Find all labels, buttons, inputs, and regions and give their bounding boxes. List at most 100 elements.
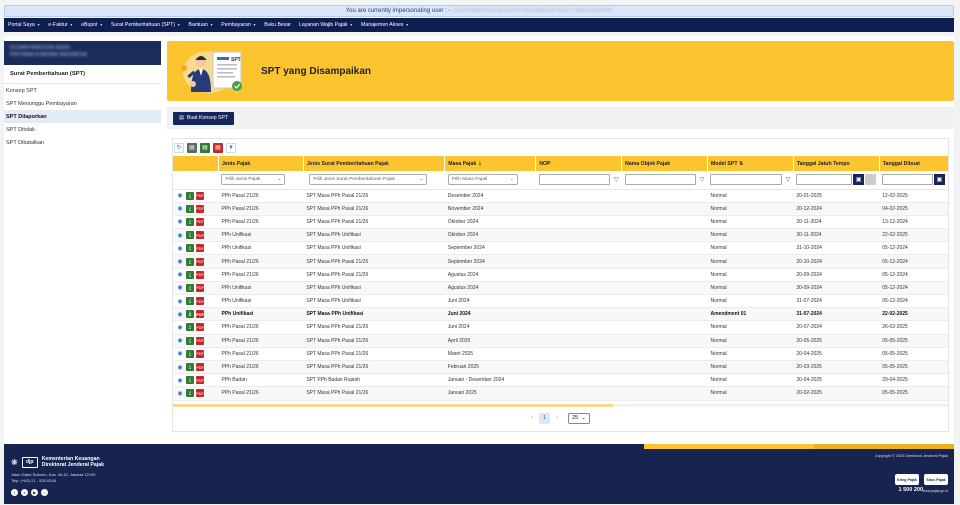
clear-date-icon[interactable]: [865, 174, 877, 186]
instagram-icon[interactable]: ○: [41, 489, 48, 496]
nop-filter-input[interactable]: [538, 174, 610, 186]
eye-icon[interactable]: ◉: [176, 231, 184, 239]
column-header[interactable]: Model SPT ⇅: [707, 156, 794, 171]
pdf-icon[interactable]: PDF: [196, 231, 204, 240]
sidebar-item-konsep-spt[interactable]: Konsep SPT: [4, 84, 161, 97]
table-row[interactable]: ◉ ⤓ PDF PPh Pasal 21/26 SPT Masa PPh Pasal 2…: [173, 360, 948, 375]
eye-icon[interactable]: ◉: [176, 205, 184, 213]
download-icon[interactable]: ⤓: [186, 217, 194, 226]
pdf-icon[interactable]: PDF: [196, 204, 204, 213]
table-row[interactable]: ◉ ⤓ PDF PPh Pasal 21/26 SPT Masa PPh Pasal 2…: [173, 268, 948, 282]
table-row[interactable]: ◉ ⤓ PDF PPh Unifikasi SPT Masa PPh Unifikasi…: [173, 228, 948, 243]
sidebar-item-spt-ditolak[interactable]: SPT Ditolak: [4, 123, 161, 136]
table-row[interactable]: ◉ ⤓ PDF PPh Pasal 21/26 SPT Masa PPh Pasal 2…: [173, 386, 948, 401]
pdf-icon[interactable]: PDF: [196, 244, 204, 253]
nama-objek-filter-input[interactable]: [624, 174, 696, 186]
youtube-icon[interactable]: ▶: [31, 489, 38, 496]
column-header[interactable]: Jenis Surat Pemberitahuan Pajak: [303, 156, 446, 171]
sidebar-item-spt-menunggu-pembayaran[interactable]: SPT Menunggu Pembayaran: [4, 97, 161, 110]
eye-icon[interactable]: ◉: [176, 350, 184, 358]
download-icon[interactable]: ⤓: [186, 231, 194, 240]
download-icon[interactable]: ⤓: [186, 310, 194, 319]
eye-icon[interactable]: ◉: [176, 244, 184, 252]
table-row[interactable]: ◉ ⤓ PDF PPh Pasal 21/26 SPT Masa PPh Pasal 2…: [173, 347, 948, 361]
eye-icon[interactable]: ◉: [176, 271, 184, 279]
table-row[interactable]: ◉ ⤓ PDF PPh Pasal 21/26 SPT Masa PPh Pasal 2…: [173, 189, 948, 203]
download-icon[interactable]: ⤓: [186, 244, 194, 253]
sidebar-item-spt-dilaporkan[interactable]: SPT Dilaporkan: [4, 110, 161, 123]
refresh-button[interactable]: ↻: [174, 142, 184, 153]
download-icon[interactable]: ⤓: [186, 376, 194, 385]
eye-icon[interactable]: ◉: [176, 310, 184, 318]
pdf-icon[interactable]: PDF: [196, 310, 204, 319]
download-icon[interactable]: ⤓: [186, 389, 194, 398]
download-icon[interactable]: ⤓: [186, 191, 194, 200]
pdf-icon[interactable]: PDF: [196, 376, 204, 385]
prev-page-icon[interactable]: ‹: [531, 415, 533, 421]
nav-item-buku-besar[interactable]: Buku Besar: [264, 22, 291, 28]
pdf-icon[interactable]: PDF: [196, 363, 204, 372]
create-draft-spt-button[interactable]: ▤ Buat Konsep SPT: [173, 111, 235, 125]
calendar-icon[interactable]: ▣: [934, 174, 945, 186]
horizontal-scrollbar[interactable]: [173, 404, 948, 407]
eye-icon[interactable]: ◉: [176, 258, 184, 266]
export-excel-button[interactable]: ▤: [200, 142, 210, 153]
pdf-icon[interactable]: PDF: [196, 349, 204, 358]
table-row[interactable]: ◉ ⤓ PDF PPh Unifikasi SPT Masa PPh Unifikasi…: [173, 241, 948, 256]
eye-icon[interactable]: ◉: [176, 297, 184, 305]
calendar-icon[interactable]: ▣: [853, 174, 865, 186]
eye-icon[interactable]: ◉: [176, 376, 184, 384]
table-row[interactable]: ◉ ⤓ PDF PPh Pasal 21/26 SPT Masa PPh Pasal 2…: [173, 334, 948, 348]
x-icon[interactable]: x: [21, 489, 28, 496]
page-number-button[interactable]: 1: [539, 412, 551, 424]
pdf-icon[interactable]: PDF: [196, 191, 204, 200]
eye-icon[interactable]: ◉: [176, 284, 184, 292]
download-icon[interactable]: ⤓: [186, 270, 194, 279]
download-icon[interactable]: ⤓: [186, 323, 194, 332]
nav-item-pembayaran[interactable]: Pembayaran ▼: [221, 22, 256, 28]
column-header[interactable]: Tanggal Dibuat: [879, 156, 948, 171]
next-page-icon[interactable]: ›: [556, 415, 558, 421]
kring-pajak-badge[interactable]: Kring Pajak: [895, 474, 919, 485]
table-row[interactable]: ◉ ⤓ PDF PPh Pasal 21/26 SPT Masa PPh Pasal 2…: [173, 202, 948, 216]
nav-item-manajemen-akses[interactable]: Manajemen Akses ▼: [361, 22, 409, 28]
pdf-icon[interactable]: PDF: [196, 217, 204, 226]
download-icon[interactable]: ⤓: [186, 283, 194, 292]
nav-item-ebupot[interactable]: eBupot ▼: [81, 22, 103, 28]
download-icon[interactable]: ⤓: [186, 204, 194, 213]
nav-item-e-faktur[interactable]: e-Faktur ▼: [48, 22, 73, 28]
column-header[interactable]: Nama Objek Pajak: [621, 156, 708, 171]
masa-pajak-filter[interactable]: Pilih Masa Pajak ⌄: [447, 174, 518, 186]
footer-url[interactable]: www.pajak.go.id: [923, 489, 948, 493]
situs-pajak-badge[interactable]: Situs Pajak: [924, 474, 948, 485]
export-button[interactable]: ▤: [187, 142, 197, 153]
sidebar-item-spt-dibatalkan[interactable]: SPT Dibatalkan: [4, 136, 161, 149]
eye-icon[interactable]: ◉: [176, 323, 184, 331]
table-row[interactable]: ◉ ⤓ PDF PPh Pasal 21/26 SPT Masa PPh Pasal 2…: [173, 215, 948, 230]
filter-icon[interactable]: ▽: [700, 176, 705, 183]
pdf-icon[interactable]: PDF: [196, 283, 204, 292]
nav-item-layanan-wajib-pajak[interactable]: Layanan Wajib Pajak ▼: [299, 22, 353, 28]
column-header[interactable]: NOP: [535, 156, 623, 171]
pdf-icon[interactable]: PDF: [196, 270, 204, 279]
eye-icon[interactable]: ◉: [176, 363, 184, 371]
eye-icon[interactable]: ◉: [176, 218, 184, 226]
export-pdf-button[interactable]: ▤: [213, 142, 223, 153]
eye-icon[interactable]: ◉: [176, 192, 184, 200]
download-icon[interactable]: ⤓: [186, 336, 194, 345]
nav-item-bantuan[interactable]: Bantuan ▼: [189, 22, 214, 28]
column-header[interactable]: Jenis Pajak: [218, 156, 304, 171]
download-icon[interactable]: ⤓: [186, 349, 194, 358]
filter-icon[interactable]: ▽: [614, 176, 619, 183]
sort-icon[interactable]: ⇣: [476, 161, 482, 167]
jatuh-tempo-filter-input[interactable]: [796, 174, 853, 186]
table-row[interactable]: ◉ ⤓ PDF PPh Badan SPT PPh Badan Rupiah Januar…: [173, 373, 948, 388]
model-filter-input[interactable]: [710, 174, 782, 186]
table-row[interactable]: ◉ ⤓ PDF PPh Unifikasi SPT Masa PPh Unifikasi…: [173, 294, 948, 309]
pdf-icon[interactable]: PDF: [196, 336, 204, 345]
column-header[interactable]: Masa Pajak ⇣: [444, 156, 537, 171]
nav-item-surat-pemberitahuan-spt[interactable]: Surat Pemberitahuan (SPT) ▼: [111, 22, 180, 28]
sort-icon[interactable]: ⇅: [738, 161, 743, 167]
pdf-icon[interactable]: PDF: [196, 297, 204, 306]
facebook-icon[interactable]: f: [11, 489, 18, 496]
